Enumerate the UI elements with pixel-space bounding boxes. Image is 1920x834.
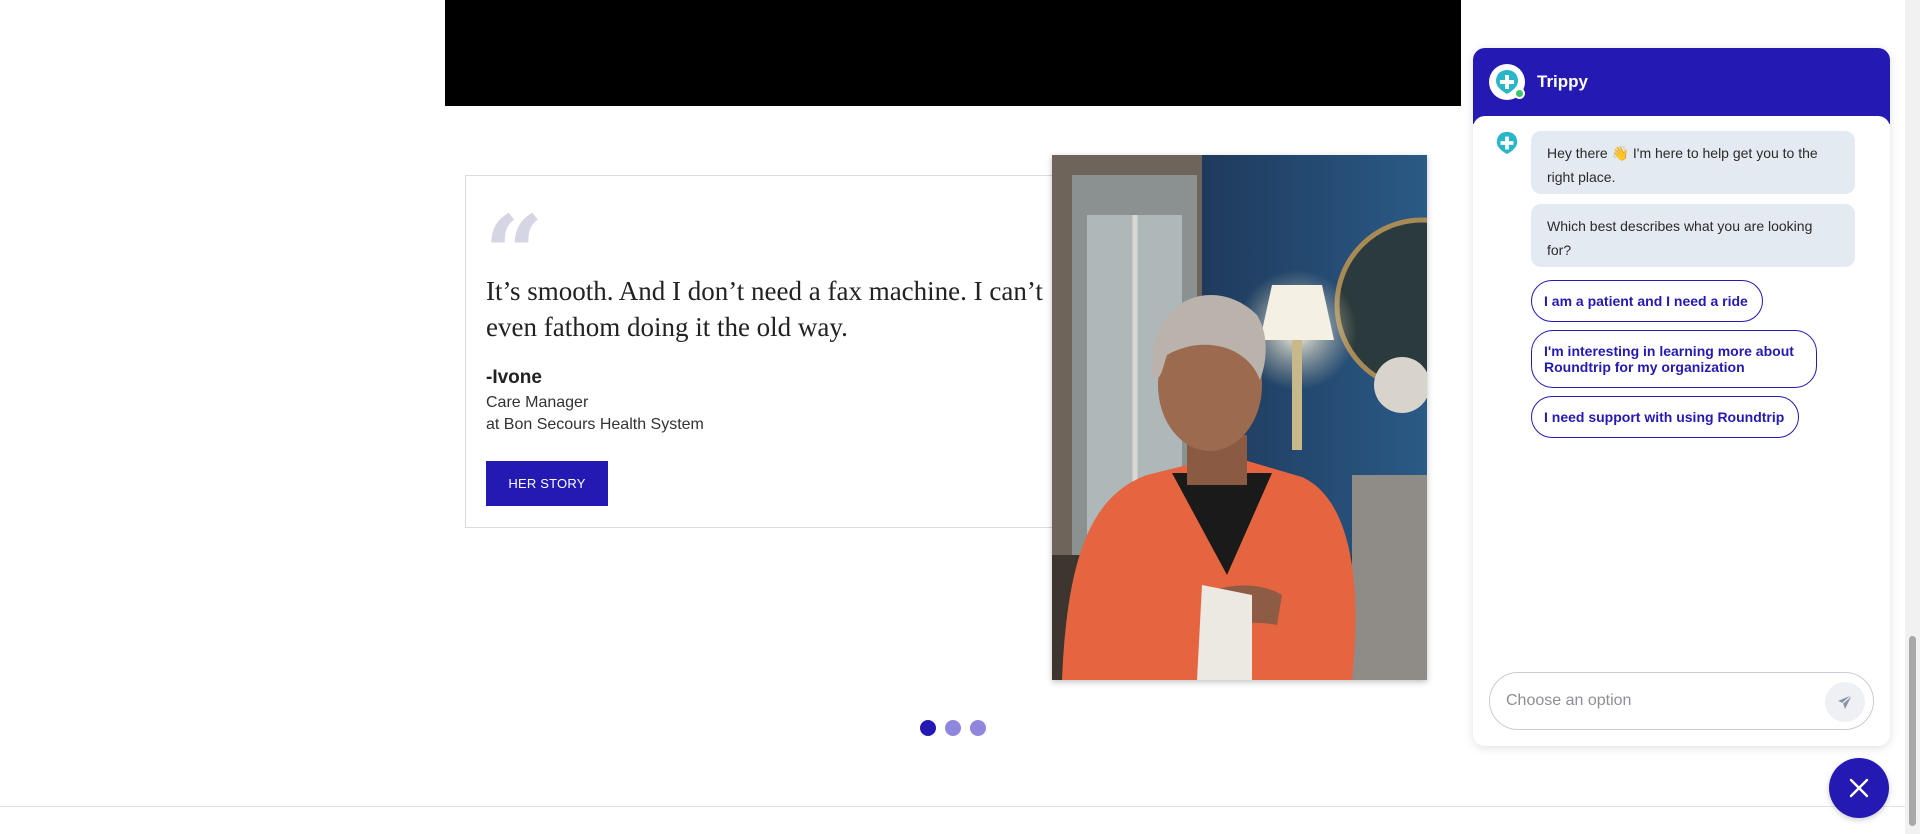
- chat-message: Which best describes what you are lookin…: [1531, 204, 1855, 267]
- chat-widget: Trippy Hey there 👋 I'm here to help get …: [1473, 48, 1890, 746]
- section-divider: [0, 806, 1920, 807]
- testimonial-organization: at Bon Secours Health System: [486, 416, 704, 433]
- online-status-dot: [1514, 88, 1525, 99]
- send-button[interactable]: [1825, 682, 1865, 722]
- chat-bot-name: Trippy: [1537, 72, 1589, 91]
- send-icon: [1838, 694, 1853, 709]
- testimonial-portrait: [1052, 155, 1427, 680]
- carousel-dot-1[interactable]: [920, 720, 936, 736]
- scrollbar-thumb[interactable]: [1909, 636, 1916, 826]
- portrait-image: [1052, 155, 1427, 680]
- chat-input[interactable]: [1506, 683, 1806, 719]
- carousel-dot-2[interactable]: [945, 720, 961, 736]
- chat-message: Hey there 👋 I'm here to help get you to …: [1531, 131, 1855, 194]
- close-icon: [1849, 778, 1869, 798]
- quote-mark-icon: “: [484, 202, 544, 262]
- bot-message-icon: [1496, 131, 1518, 155]
- video-player[interactable]: [445, 0, 1461, 106]
- chat-option-organization[interactable]: I'm interesting in learning more about R…: [1531, 330, 1817, 388]
- chat-header: Trippy: [1473, 48, 1890, 124]
- chat-option-support[interactable]: I need support with using Roundtrip: [1531, 396, 1799, 438]
- chat-option-patient-ride[interactable]: I am a patient and I need a ride: [1531, 280, 1763, 322]
- testimonial-card: “ It’s smooth. And I don’t need a fax ma…: [465, 175, 1060, 528]
- carousel-dot-3[interactable]: [970, 720, 986, 736]
- testimonial-quote: It’s smooth. And I don’t need a fax mach…: [486, 276, 1043, 342]
- testimonial-role: Care Manager: [486, 394, 589, 411]
- carousel-dots: [920, 720, 986, 736]
- close-chat-button[interactable]: [1829, 758, 1889, 818]
- testimonial-author: -Ivone: [486, 367, 542, 388]
- chat-input-container: [1489, 672, 1874, 730]
- her-story-button[interactable]: HER STORY: [486, 461, 608, 506]
